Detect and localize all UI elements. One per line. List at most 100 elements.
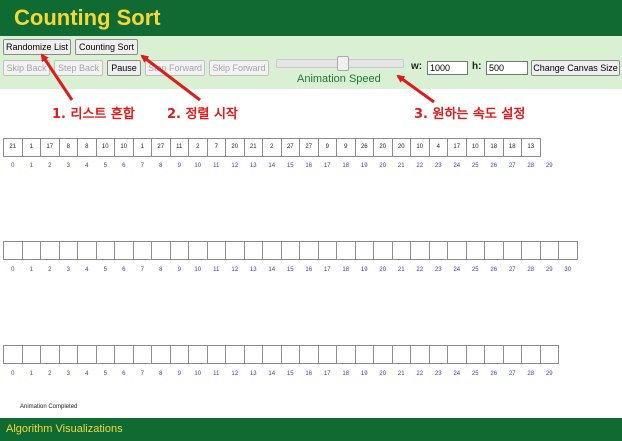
array-cell [225,241,245,260]
array-cell [280,241,300,260]
array-cell: 17 [40,138,60,157]
array-index: 9 [177,163,181,169]
animation-speed-label: Animation Speed [297,73,381,85]
array-index: 17 [323,267,331,273]
height-input[interactable]: 500 [486,61,528,75]
step-back-button[interactable]: Step Back [54,60,103,76]
array-index: 3 [66,267,70,273]
array-index: 29 [545,163,553,169]
array-index: 15 [286,267,294,273]
array-cell [410,241,430,260]
skip-back-button[interactable]: Skip Back [3,60,50,76]
array-cell: 8 [58,138,78,157]
width-input[interactable]: 1000 [427,61,468,75]
array-cell [317,241,337,260]
array-index: 9 [177,267,181,273]
array-index: 6 [122,163,126,169]
array-index: 28 [527,163,535,169]
array-index: 19 [360,163,368,169]
array-index: 6 [122,371,126,377]
height-label: h: [472,61,482,72]
array-cell: 4 [428,138,448,157]
count-array [3,241,578,260]
array-index: 1 [29,267,33,273]
step-forward-button[interactable]: Step Forward [145,60,205,76]
change-canvas-size-button[interactable]: Change Canvas Size [531,60,620,76]
array-cell [447,241,467,260]
array-index: 18 [342,371,350,377]
array-cell: 17 [447,138,467,157]
array-cell: 2 [188,138,208,157]
array-cell [539,241,559,260]
array-index: 0 [11,267,15,273]
array-index: 8 [159,267,163,273]
array-index: 11 [213,267,220,273]
array-index: 29 [545,371,553,377]
array-index: 24 [453,163,461,169]
array-cell: 10 [410,138,430,157]
array-cell: 7 [206,138,226,157]
array-cell [521,241,541,260]
width-label: w: [411,61,423,72]
array-index: 30 [564,267,572,273]
array-cell: 8 [77,138,97,157]
array-cell: 27 [299,138,319,157]
array-index: 13 [249,371,257,377]
array-cell: 1 [132,138,152,157]
slider-thumb[interactable] [337,56,349,71]
array-cell [299,241,319,260]
array-index: 26 [490,267,498,273]
array-index: 5 [103,163,107,169]
array-cell: 10 [114,138,134,157]
input-array: 21 1 17 8 8 10 10 1 27 11 2 7 20 21 2 27 27 9 9 26 20 20 10 4 17… [3,138,541,157]
randomize-list-button[interactable]: Randomize List [3,39,71,55]
array-cell [95,241,115,260]
output-array-indices: 0 1 2 3 4 5 6 7 8 9 10 11 12 13 14 15 16 17 18 19 20 21 22 23 24… [3,371,558,377]
array-index: 0 [11,163,15,169]
array-cell [428,241,448,260]
skip-forward-button[interactable]: Skip Forward [209,60,269,76]
array-cell [132,241,152,260]
input-array-indices: 0 1 2 3 4 5 6 7 8 9 10 11 12 13 14 15 16 17 18 19 20 21 22 23 24… [3,163,558,169]
array-index: 18 [342,163,350,169]
array-cell [502,241,522,260]
array-cell [40,241,60,260]
array-cell [299,345,319,364]
array-index: 27 [508,163,516,169]
array-index: 21 [397,267,405,273]
array-index: 21 [397,163,405,169]
array-cell [225,345,245,364]
annotation-shuffle: 1. 리스트 혼합 [52,107,135,122]
array-index: 11 [213,371,220,377]
array-index: 17 [323,371,331,377]
array-cell [484,345,504,364]
array-index: 12 [231,163,239,169]
array-cell [151,345,171,364]
array-index: 14 [268,371,276,377]
array-index: 14 [268,163,276,169]
array-index: 1 [29,371,33,377]
array-cell [373,345,393,364]
array-cell [169,241,189,260]
array-cell [3,241,23,260]
app-header: Counting Sort [0,0,622,36]
array-cell [539,345,559,364]
array-index: 26 [490,163,498,169]
array-cell [77,241,97,260]
array-index: 24 [453,267,461,273]
array-index: 20 [379,371,387,377]
array-index: 14 [268,267,276,273]
status-text: Animation Completed [20,404,78,410]
array-cell [410,345,430,364]
array-index: 20 [379,267,387,273]
array-cell [40,345,60,364]
array-cell [114,345,134,364]
array-cell: 20 [391,138,411,157]
array-index: 13 [249,163,257,169]
counting-sort-button[interactable]: Counting Sort [75,39,138,55]
array-index: 27 [508,267,516,273]
array-cell [21,241,41,260]
pause-button[interactable]: Pause [107,60,141,76]
array-index: 16 [305,371,313,377]
page-title: Counting Sort [14,5,161,30]
